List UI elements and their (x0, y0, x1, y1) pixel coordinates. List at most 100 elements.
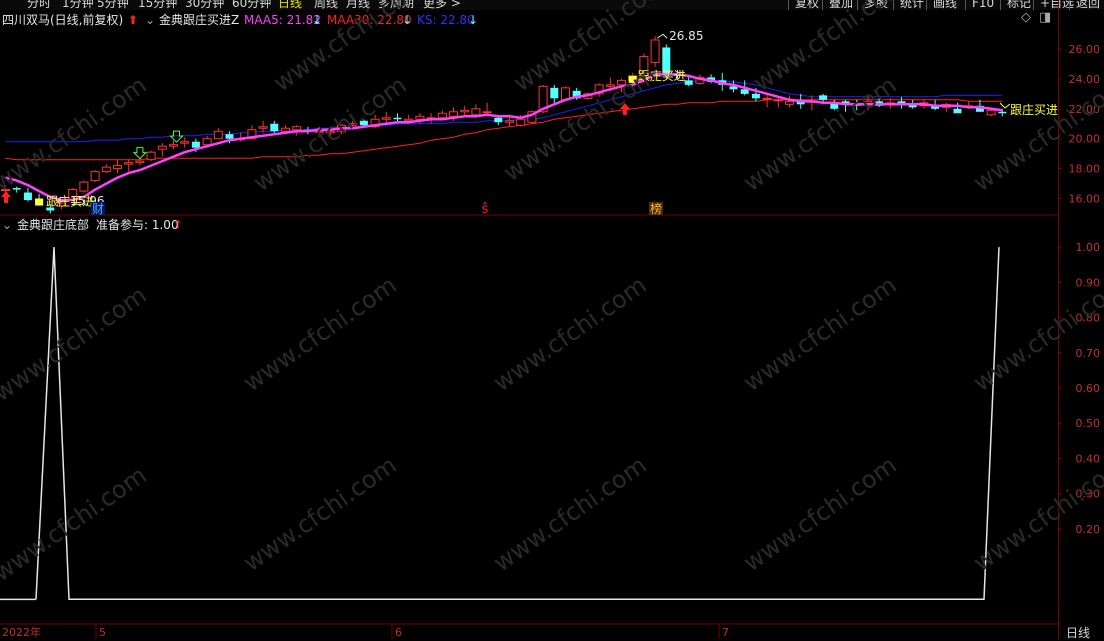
maa30-line (5, 99, 1003, 161)
candle-body (773, 99, 783, 102)
candle-body (292, 126, 302, 131)
period-tab-2[interactable]: 5分钟 (97, 0, 129, 10)
sub-indicator-name[interactable]: 金典跟庄底部 (17, 218, 89, 233)
candle-body (550, 87, 559, 99)
toolbar-button-0[interactable]: 复权 (788, 0, 825, 10)
high-price-label: 26.85 (669, 29, 703, 43)
ks-label: KS: 22.80 (417, 13, 475, 27)
date-label: 2022年 (2, 625, 41, 639)
buy-signal-label: 跟庄买进 (1010, 102, 1058, 117)
sub-indicator-line (35, 247, 1000, 601)
candle-body (169, 144, 178, 147)
sub-info-bar: ⌄ 金典跟庄底部 准备参与: 1.00 ↑ (0, 216, 1058, 234)
period-toolbar: 分时 1分钟 5分钟 15分钟 30分钟 60分钟 日线 周线 月线 多周期 更多 > 复权 叠加 多股统… (0, 0, 1104, 10)
main-info-bar: 四川双马(日线,前复权) ⬆ ⌄ 金典跟庄买进Z MAA5: 21.82 ↓ M… (0, 10, 1058, 31)
panel-toggle-icon[interactable]: ◨ (1039, 10, 1051, 25)
date-label: 6 (395, 626, 402, 639)
period-tab-5[interactable]: 60分钟 (232, 0, 271, 10)
candle-body (494, 117, 503, 123)
candle-body (157, 145, 167, 150)
candle-body (124, 162, 134, 165)
candle-body (393, 117, 402, 120)
down-arrow-icon: ↓ (402, 13, 413, 27)
up-arrow-icon: ↑ (173, 218, 184, 232)
period-tab-4[interactable]: 30分钟 (185, 0, 224, 10)
period-tab-3[interactable]: 15分钟 (138, 0, 177, 10)
ks-line (5, 79, 1003, 143)
period-tab-0[interactable]: 分时 (27, 0, 51, 10)
chevron-down-icon[interactable]: ⌄ (2, 218, 12, 233)
toolbar-button-6[interactable]: 标记 (1000, 0, 1037, 10)
candle-body (101, 166, 111, 173)
candle-body (90, 171, 100, 182)
sub-indicator-value: 准备参与: 1.00 (96, 218, 179, 232)
period-tab-1[interactable]: 1分钟 (62, 0, 94, 10)
candle-body (986, 109, 996, 116)
candle-body (381, 117, 391, 120)
candle-body (785, 100, 794, 105)
toolbar-button-5[interactable]: F10 (965, 0, 1000, 10)
chevron-down-icon[interactable]: ⌄ (145, 13, 155, 28)
toolbar-button-4[interactable]: 画线 (926, 0, 963, 10)
candle-body (135, 160, 145, 164)
candle-body (617, 79, 626, 86)
period-tab-10[interactable]: 更多 > (423, 0, 461, 10)
candle-body (225, 134, 234, 139)
candle-body (191, 141, 200, 148)
candle-body (12, 188, 21, 190)
maa30-label: MAA30: 22.80 (327, 13, 412, 27)
candle-body (740, 89, 749, 94)
price-axis-panel[interactable] (1058, 0, 1104, 639)
buy-arrow-icon (619, 103, 630, 115)
toolbar-button-2[interactable]: 多股 (857, 0, 894, 10)
down-arrow-icon: ↓ (468, 13, 479, 27)
date-label: 5 (99, 626, 106, 639)
candle-body (79, 181, 89, 192)
candle-body (819, 95, 828, 100)
candle-body (684, 80, 693, 85)
candle-body (258, 126, 268, 129)
toolbar-button-1[interactable]: 叠加 (822, 0, 859, 10)
green-arrow-icon (169, 130, 184, 143)
main-indicator-name[interactable]: 金典跟庄买进Z (159, 13, 239, 28)
period-tab-8[interactable]: 月线 (346, 0, 370, 10)
candle-body (437, 112, 447, 119)
green-arrow-icon (132, 147, 148, 160)
diamond-icon[interactable]: ◇ (1021, 10, 1031, 25)
candle-body (348, 123, 358, 126)
buy-signal-label: 跟庄买进 (638, 68, 686, 83)
candle-body (270, 123, 279, 132)
period-tab-9[interactable]: 多周期 (378, 0, 414, 10)
candle-body (213, 130, 223, 140)
marker-bang: 榜 (650, 201, 662, 216)
period-tab-6[interactable]: 日线 (278, 0, 302, 10)
candle-body (505, 120, 514, 123)
candle-body (180, 141, 190, 144)
maa5-label: MAA5: 21.82 (244, 13, 321, 27)
candle-body (482, 111, 492, 114)
candle-body (953, 108, 962, 114)
candle-body (23, 192, 32, 201)
toolbar-button-3[interactable]: 统计 (893, 0, 930, 10)
chart-canvas[interactable]: 16.0018.0020.0022.0024.0026.000.200.300.… (0, 0, 1104, 639)
candle-body (605, 84, 615, 87)
period-tab-7[interactable]: 周线 (314, 0, 338, 10)
candle-body (1, 189, 10, 192)
candle-body (281, 127, 290, 132)
signal-pointer (999, 102, 1011, 109)
buy-signal-label: 跟庄买进 (46, 194, 94, 209)
marker-s: ŝ (482, 202, 489, 217)
stock-name[interactable]: 四川双马(日线,前复权) (2, 13, 123, 28)
candle-body (202, 138, 212, 146)
marker-cai: 财 (92, 202, 104, 216)
candle-body (516, 118, 526, 126)
candle-body (449, 111, 458, 117)
buy-arrow-icon (1, 191, 11, 203)
signal-box (628, 75, 637, 83)
candle-body (471, 108, 481, 116)
candle-body (762, 97, 772, 100)
candle-body (113, 165, 122, 170)
candle-body (325, 130, 335, 134)
up-arrow-icon: ⬆ (128, 13, 139, 27)
period-label[interactable]: 日线 (1066, 624, 1090, 641)
